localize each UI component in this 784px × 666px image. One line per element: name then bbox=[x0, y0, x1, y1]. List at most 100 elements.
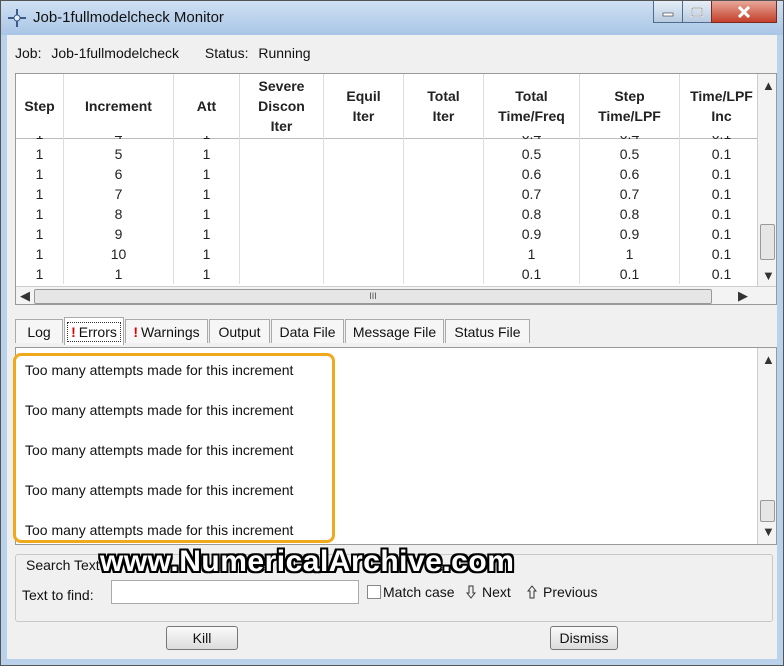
window-title: Job-1fullmodelcheck Monitor bbox=[33, 9, 224, 26]
column-header[interactable]: Time/LPF Inc bbox=[680, 74, 764, 138]
table-cell bbox=[240, 164, 324, 184]
tab-label: Warnings bbox=[141, 323, 200, 340]
tab-output[interactable]: Output bbox=[209, 319, 270, 343]
close-icon bbox=[737, 5, 751, 18]
table-row[interactable]: 1 6 1 0.6 0.6 0.1 bbox=[16, 164, 758, 184]
table-row[interactable]: 1 7 1 0.7 0.7 0.1 bbox=[16, 184, 758, 204]
table-cell bbox=[240, 184, 324, 204]
maximize-icon bbox=[691, 6, 703, 17]
table-cell: 1 bbox=[174, 204, 240, 224]
match-case-label[interactable]: Match case bbox=[383, 584, 455, 600]
errors-vertical-scrollbar[interactable]: ▲ ▼ bbox=[757, 348, 776, 544]
table-cell: 0.4 bbox=[580, 136, 680, 144]
dismiss-button[interactable]: Dismiss bbox=[550, 626, 618, 650]
previous-button[interactable]: Previous bbox=[527, 584, 597, 600]
error-flag-icon: ! bbox=[71, 323, 76, 340]
tab-label: Data File bbox=[279, 323, 336, 340]
table-body[interactable]: 1410.40.40.11510.50.50.11610.60.60.11710… bbox=[16, 136, 758, 284]
tab-label-wrap: ! Errors bbox=[67, 321, 121, 342]
table-cell: 0.1 bbox=[680, 204, 758, 224]
tab-label: Log bbox=[27, 323, 51, 340]
table-cell: 1 bbox=[174, 224, 240, 244]
text-to-find-label: Text to find: bbox=[22, 587, 94, 603]
table-vertical-scrollbar[interactable]: ▲ ▼ bbox=[757, 74, 776, 286]
table-cell: 0.1 bbox=[680, 164, 758, 184]
title-bar[interactable]: Job-1fullmodelcheck Monitor bbox=[1, 1, 783, 35]
table-cell: 6 bbox=[64, 164, 174, 184]
table-cell bbox=[240, 144, 324, 164]
tab-message-file[interactable]: Message File bbox=[345, 319, 444, 343]
close-button[interactable] bbox=[711, 1, 777, 23]
table-cell: 0.9 bbox=[484, 224, 580, 244]
table-cell: 0.1 bbox=[680, 184, 758, 204]
scroll-down-icon[interactable]: ▼ bbox=[762, 268, 775, 283]
scroll-up-icon[interactable]: ▲ bbox=[762, 352, 775, 367]
column-header[interactable]: Step Time/LPF bbox=[580, 74, 680, 138]
scroll-right-icon[interactable]: ▶ bbox=[738, 288, 748, 304]
table-cell: 0.1 bbox=[680, 144, 758, 164]
column-header[interactable]: Increment bbox=[64, 74, 174, 138]
table-cell bbox=[324, 204, 404, 224]
table-cell: 5 bbox=[64, 144, 174, 164]
column-header[interactable]: Total Time/Freq bbox=[484, 74, 580, 138]
table-cell: 9 bbox=[64, 224, 174, 244]
table-cell: 8 bbox=[64, 204, 174, 224]
next-button[interactable]: Next bbox=[466, 584, 511, 600]
table-cell: 1 bbox=[16, 136, 64, 144]
search-group-label: Search Text bbox=[24, 557, 102, 573]
job-name: Job-1fullmodelcheck bbox=[51, 45, 179, 61]
scroll-up-icon[interactable]: ▲ bbox=[762, 78, 775, 93]
column-header[interactable]: Total Iter bbox=[404, 74, 484, 138]
table-cell: 0.6 bbox=[580, 164, 680, 184]
column-header[interactable]: Step bbox=[16, 74, 64, 138]
table-cell: 1 bbox=[174, 164, 240, 184]
column-header[interactable]: Severe Discon Iter bbox=[240, 74, 324, 138]
tab-warnings[interactable]: ! Warnings bbox=[125, 319, 208, 343]
maximize-button[interactable] bbox=[682, 1, 712, 23]
table-row[interactable]: 1 5 1 0.5 0.5 0.1 bbox=[16, 144, 758, 164]
table-row[interactable]: 1 10 1 1 1 0.1 bbox=[16, 244, 758, 264]
table-row[interactable]: 1 9 1 0.9 0.9 0.1 bbox=[16, 224, 758, 244]
text-to-find-input[interactable] bbox=[111, 580, 359, 604]
table-cell bbox=[404, 264, 484, 284]
table-cell: 1 bbox=[174, 184, 240, 204]
kill-button[interactable]: Kill bbox=[166, 626, 238, 650]
table-cell bbox=[324, 184, 404, 204]
tab-label-wrap: Log bbox=[27, 324, 50, 340]
abaqus-app-icon bbox=[8, 9, 26, 27]
column-header[interactable]: Att bbox=[174, 74, 240, 138]
tab-data-file[interactable]: Data File bbox=[271, 319, 344, 343]
table-cell bbox=[404, 204, 484, 224]
table-cell: 0.9 bbox=[580, 224, 680, 244]
tab-errors[interactable]: ! Errors bbox=[64, 317, 124, 345]
table-cell: 1 bbox=[16, 244, 64, 264]
tab-status-file[interactable]: Status File bbox=[445, 319, 530, 343]
table-cell: 0.4 bbox=[484, 136, 580, 144]
table-cell: 0.1 bbox=[580, 264, 680, 284]
table-scroll-thumb[interactable] bbox=[760, 224, 775, 260]
table-row[interactable]: 1 8 1 0.8 0.8 0.1 bbox=[16, 204, 758, 224]
table-row[interactable]: 1410.40.40.1 bbox=[16, 136, 758, 144]
table-row[interactable]: 1 1 1 0.1 0.1 0.1 bbox=[16, 264, 758, 284]
errors-scroll-thumb[interactable] bbox=[760, 500, 775, 522]
column-header[interactable]: Equil Iter bbox=[324, 74, 404, 138]
table-cell: 1 bbox=[16, 144, 64, 164]
table-cell bbox=[404, 144, 484, 164]
table-hscroll-thumb[interactable]: III bbox=[34, 289, 712, 304]
table-cell: 0.8 bbox=[484, 204, 580, 224]
status-label: Status: bbox=[204, 45, 249, 61]
messages-highlight-box bbox=[13, 353, 335, 543]
table-cell bbox=[240, 136, 324, 144]
error-flag-icon: ! bbox=[133, 323, 139, 340]
minimize-button[interactable] bbox=[653, 1, 683, 23]
tab-log[interactable]: Log bbox=[15, 319, 63, 343]
scroll-down-icon[interactable]: ▼ bbox=[762, 524, 775, 539]
arrow-up-icon bbox=[527, 585, 537, 599]
table-cell bbox=[404, 164, 484, 184]
match-case-checkbox[interactable] bbox=[367, 585, 381, 599]
tab-label-wrap: Status File bbox=[454, 324, 520, 340]
table-cell: 1 bbox=[16, 164, 64, 184]
table-cell: 1 bbox=[484, 244, 580, 264]
table-horizontal-scrollbar[interactable]: ◀ III ▶ bbox=[16, 286, 776, 304]
scroll-left-icon[interactable]: ◀ bbox=[20, 288, 30, 304]
